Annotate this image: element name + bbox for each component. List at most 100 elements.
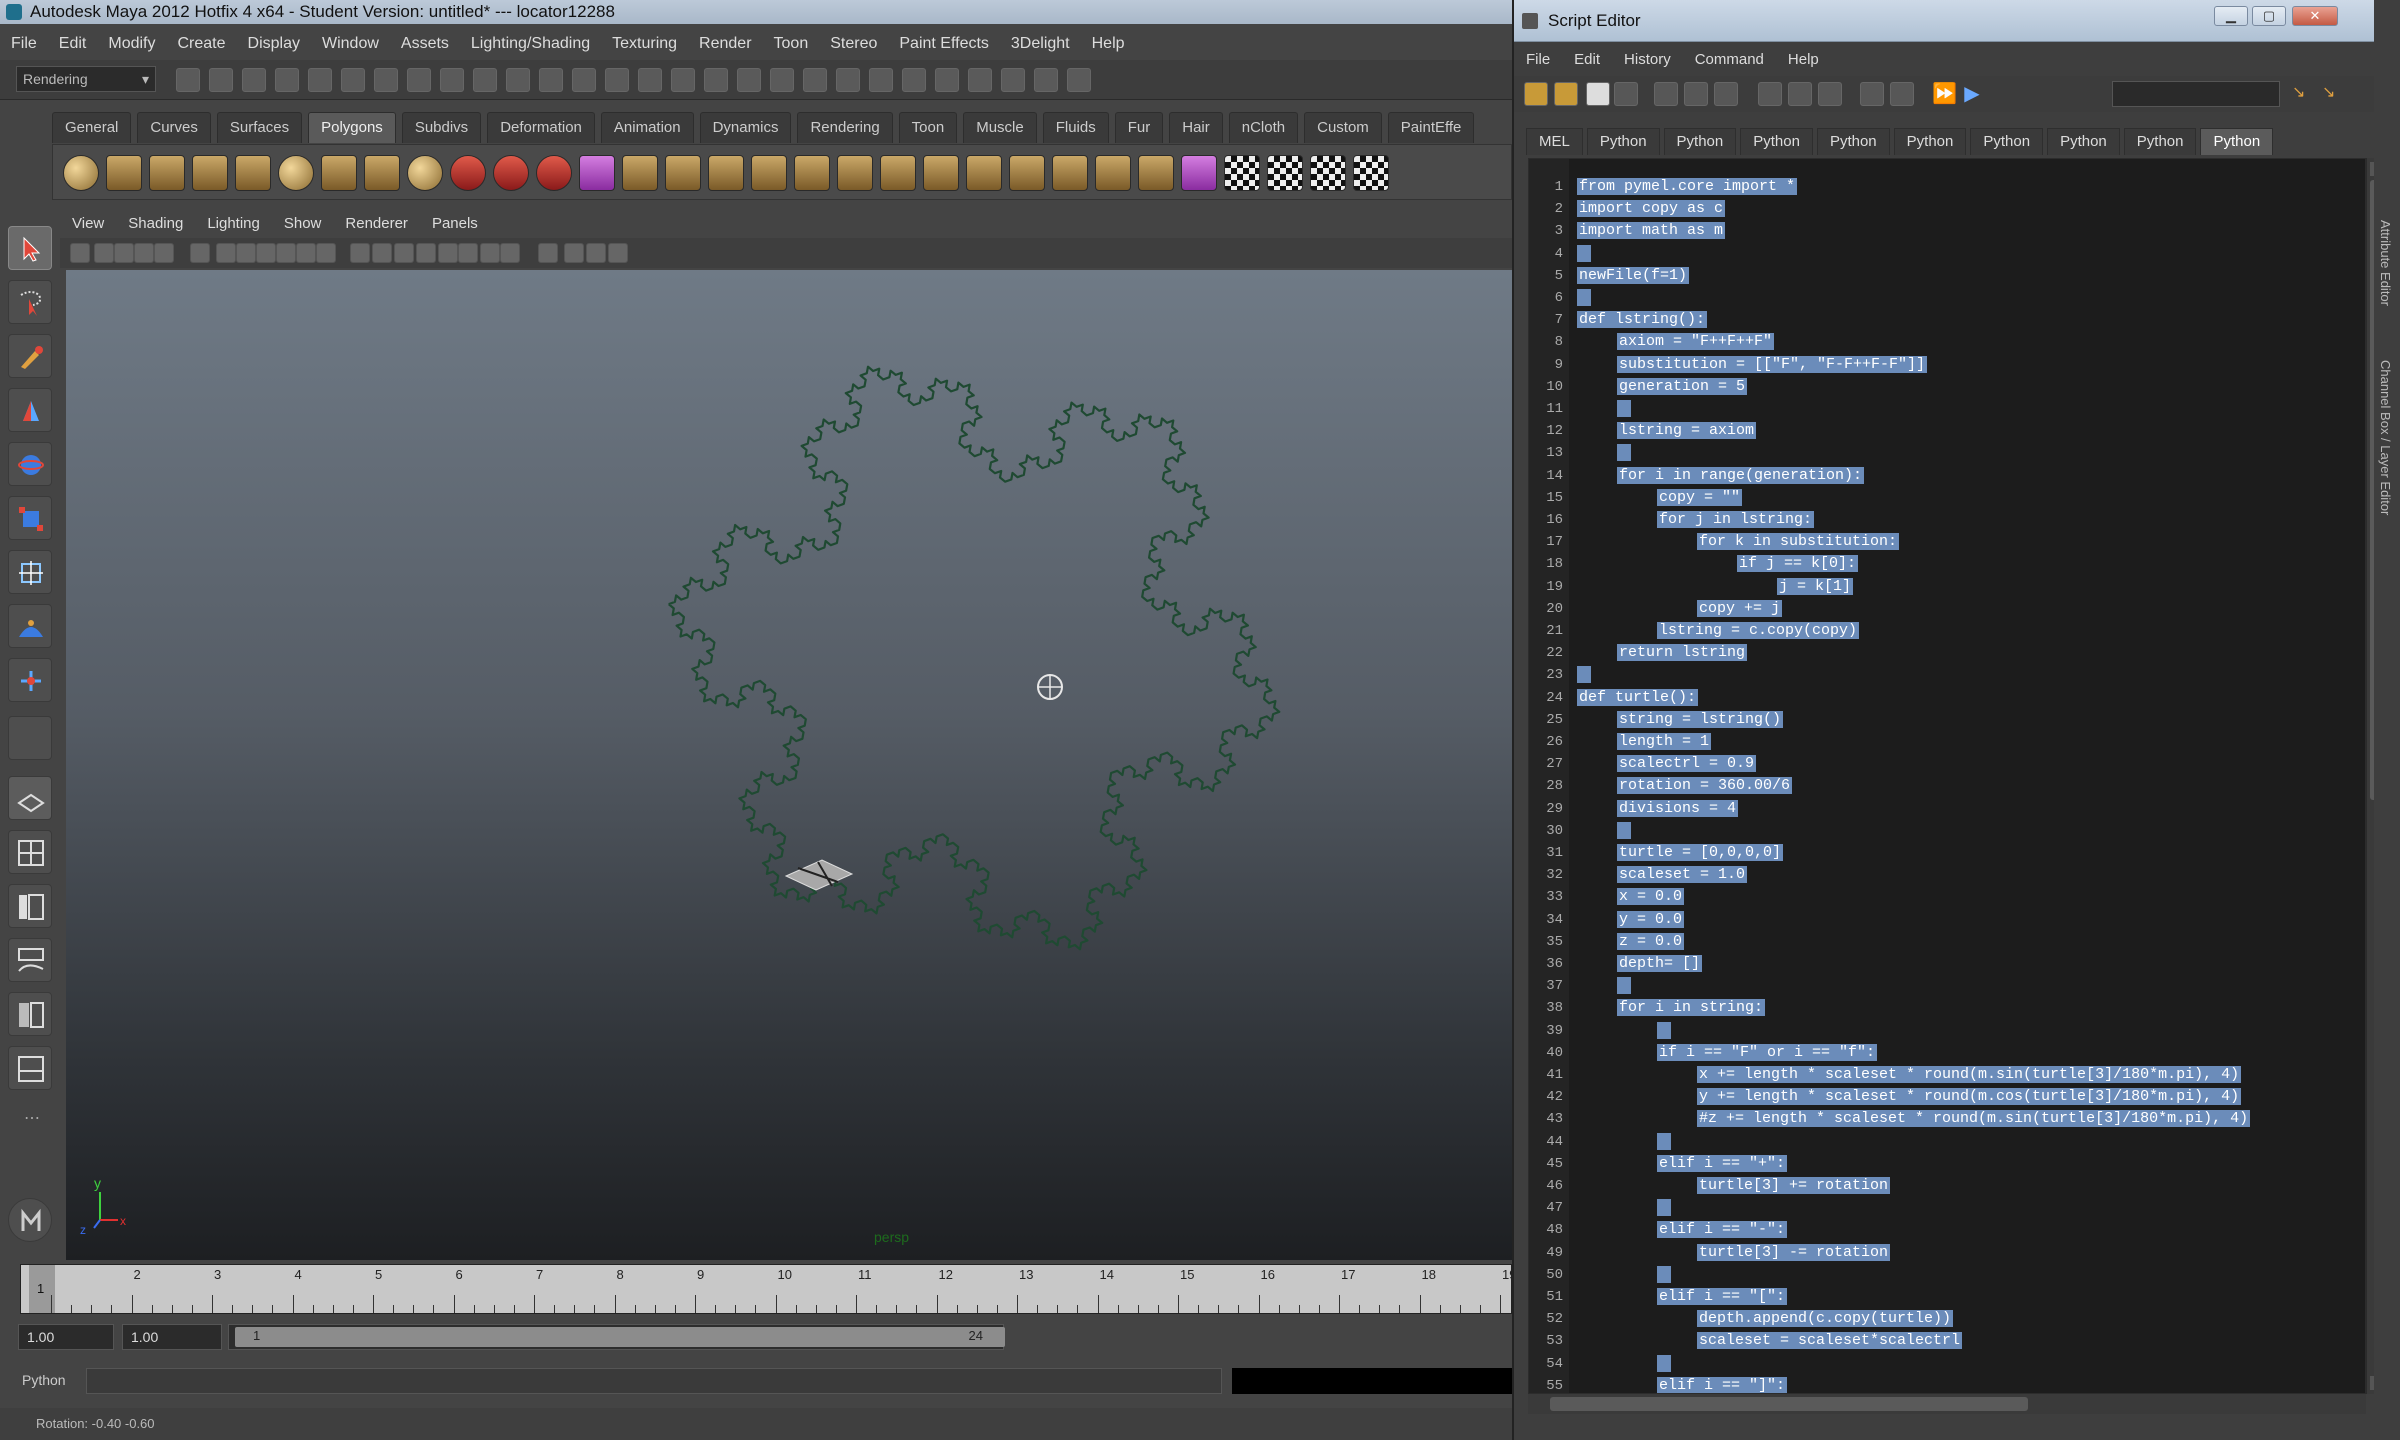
poke-face-icon[interactable] bbox=[923, 155, 959, 191]
shelf-tab-deformation[interactable]: Deformation bbox=[487, 112, 595, 143]
code-line[interactable]: copy += j bbox=[1697, 599, 1783, 619]
code-line[interactable]: string = lstring() bbox=[1617, 710, 1784, 730]
camera-attributes-icon[interactable] bbox=[94, 243, 114, 263]
code-line[interactable]: def turtle(): bbox=[1577, 688, 1699, 708]
lasso-tool-button[interactable] bbox=[8, 280, 52, 324]
select-hierarchy-icon[interactable] bbox=[275, 68, 299, 92]
code-line[interactable]: rotation = 360.00/6 bbox=[1617, 776, 1793, 796]
wireframe-icon[interactable] bbox=[350, 243, 370, 263]
xray-joints-icon[interactable] bbox=[586, 243, 606, 263]
shelf-tab-general[interactable]: General bbox=[52, 112, 132, 143]
code-line[interactable]: import math as m bbox=[1577, 221, 1726, 241]
select-object-icon[interactable] bbox=[308, 68, 332, 92]
script-search-field[interactable] bbox=[2112, 81, 2280, 107]
menu-stereo[interactable]: Stereo bbox=[819, 30, 888, 58]
camera-icon[interactable] bbox=[935, 68, 959, 92]
code-line[interactable]: for j in lstring: bbox=[1657, 510, 1815, 530]
bookmarks-icon[interactable] bbox=[114, 243, 134, 263]
shelf-tab-dynamics[interactable]: Dynamics bbox=[699, 112, 792, 143]
script-menu-file[interactable]: File bbox=[1514, 46, 1562, 74]
new-scene-icon[interactable] bbox=[176, 68, 200, 92]
hypershade-icon[interactable] bbox=[704, 68, 728, 92]
motion-blur-icon[interactable] bbox=[500, 243, 520, 263]
code-line[interactable]: scaleset = 1.0 bbox=[1617, 865, 1748, 885]
uv-spherical-icon[interactable] bbox=[1138, 155, 1174, 191]
snap-plane-icon[interactable] bbox=[473, 68, 497, 92]
image-plane-icon[interactable] bbox=[134, 243, 154, 263]
code-line[interactable]: x = 0.0 bbox=[1617, 887, 1685, 907]
textured-icon[interactable] bbox=[416, 243, 436, 263]
poly-cylinder-icon[interactable] bbox=[149, 155, 185, 191]
select-camera-icon[interactable] bbox=[70, 243, 90, 263]
menu-file[interactable]: File bbox=[0, 30, 48, 58]
create-polygon-icon[interactable] bbox=[579, 155, 615, 191]
shelf-tab-curves[interactable]: Curves bbox=[137, 112, 211, 143]
script-tab-python-8[interactable]: Python bbox=[2123, 128, 2197, 155]
gate-mask-icon[interactable] bbox=[256, 243, 276, 263]
bridge-icon[interactable] bbox=[751, 155, 787, 191]
2d-pan-zoom-icon[interactable] bbox=[154, 243, 174, 263]
wedge-face-icon[interactable] bbox=[966, 155, 1002, 191]
menu-lighting-shading[interactable]: Lighting/Shading bbox=[460, 30, 601, 58]
execute-all-button[interactable]: ⏩ bbox=[1932, 82, 1957, 106]
snap-curve-icon[interactable] bbox=[407, 68, 431, 92]
persp-outliner-layout-button[interactable] bbox=[8, 884, 52, 928]
input-ops-icon[interactable] bbox=[803, 68, 827, 92]
code-line[interactable]: y = 0.0 bbox=[1617, 910, 1685, 930]
search-down-button[interactable]: ↘ bbox=[2292, 82, 2316, 106]
code-line[interactable]: turtle = [0,0,0,0] bbox=[1617, 843, 1784, 863]
code-line[interactable] bbox=[1577, 665, 1591, 685]
code-line[interactable] bbox=[1577, 244, 1591, 264]
output-ops-icon[interactable] bbox=[836, 68, 860, 92]
persp-graph-layout-button[interactable] bbox=[8, 938, 52, 982]
panel-menu-shading[interactable]: Shading bbox=[116, 210, 195, 238]
smooth-shade-icon[interactable] bbox=[372, 243, 392, 263]
single-perspective-layout-button[interactable] bbox=[8, 776, 52, 820]
code-line[interactable] bbox=[1657, 1021, 1671, 1041]
soft-mod-tool-button[interactable] bbox=[8, 604, 52, 648]
script-tab-mel-0[interactable]: MEL bbox=[1526, 128, 1583, 155]
menu-render[interactable]: Render bbox=[688, 30, 762, 58]
merge-vertex-icon[interactable] bbox=[880, 155, 916, 191]
shelf-tab-subdivs[interactable]: Subdivs bbox=[401, 112, 482, 143]
close-button[interactable]: ✕ bbox=[2292, 6, 2338, 26]
code-line[interactable]: depth.append(c.copy(turtle)) bbox=[1697, 1309, 1954, 1329]
code-line[interactable] bbox=[1617, 976, 1631, 996]
render-settings-icon[interactable] bbox=[671, 68, 695, 92]
save-scene-icon[interactable] bbox=[242, 68, 266, 92]
open-script-button[interactable] bbox=[1524, 82, 1548, 106]
xray-components-icon[interactable] bbox=[608, 243, 628, 263]
use-all-lights-icon[interactable] bbox=[438, 243, 458, 263]
menu-help[interactable]: Help bbox=[1081, 30, 1136, 58]
minimize-button[interactable]: ▁ bbox=[2214, 6, 2248, 26]
snap-point-icon[interactable] bbox=[440, 68, 464, 92]
combine-icon[interactable] bbox=[450, 155, 486, 191]
selection-mask-icon[interactable] bbox=[869, 68, 893, 92]
render-icon[interactable] bbox=[605, 68, 629, 92]
menu-3delight[interactable]: 3Delight bbox=[1000, 30, 1081, 58]
snap-grid-icon[interactable] bbox=[374, 68, 398, 92]
script-tab-python-1[interactable]: Python bbox=[1586, 128, 1660, 155]
clear-all-button[interactable] bbox=[1818, 82, 1842, 106]
code-line[interactable]: return lstring bbox=[1617, 643, 1748, 663]
universal-manipulator-button[interactable] bbox=[8, 550, 52, 594]
code-line[interactable]: def lstring(): bbox=[1577, 310, 1708, 330]
shelf-tab-polygons[interactable]: Polygons bbox=[308, 112, 396, 143]
safe-action-icon[interactable] bbox=[296, 243, 316, 263]
poly-pyramid-icon[interactable] bbox=[321, 155, 357, 191]
shelf-tab-hair[interactable]: Hair bbox=[1169, 112, 1223, 143]
clear-input-button[interactable] bbox=[1788, 82, 1812, 106]
save-to-shelf-button[interactable] bbox=[1614, 82, 1638, 106]
shelf-tab-fluids[interactable]: Fluids bbox=[1042, 112, 1109, 143]
shelf-tab-muscle[interactable]: Muscle bbox=[963, 112, 1037, 143]
ipr-render-icon[interactable] bbox=[638, 68, 662, 92]
shadows-icon[interactable] bbox=[458, 243, 478, 263]
code-line[interactable]: if j == k[0]: bbox=[1737, 554, 1859, 574]
code-line[interactable]: #z += length * scaleset * round(m.sin(tu… bbox=[1697, 1109, 2251, 1129]
code-line[interactable] bbox=[1617, 399, 1631, 419]
echo-all-button[interactable] bbox=[1654, 82, 1678, 106]
script-tab-python-9[interactable]: Python bbox=[2200, 128, 2274, 155]
extrude-icon[interactable] bbox=[708, 155, 744, 191]
code-line[interactable]: if i == "F" or i == "f": bbox=[1657, 1043, 1878, 1063]
code-line[interactable]: y += length * scaleset * round(m.cos(tur… bbox=[1697, 1087, 2242, 1107]
